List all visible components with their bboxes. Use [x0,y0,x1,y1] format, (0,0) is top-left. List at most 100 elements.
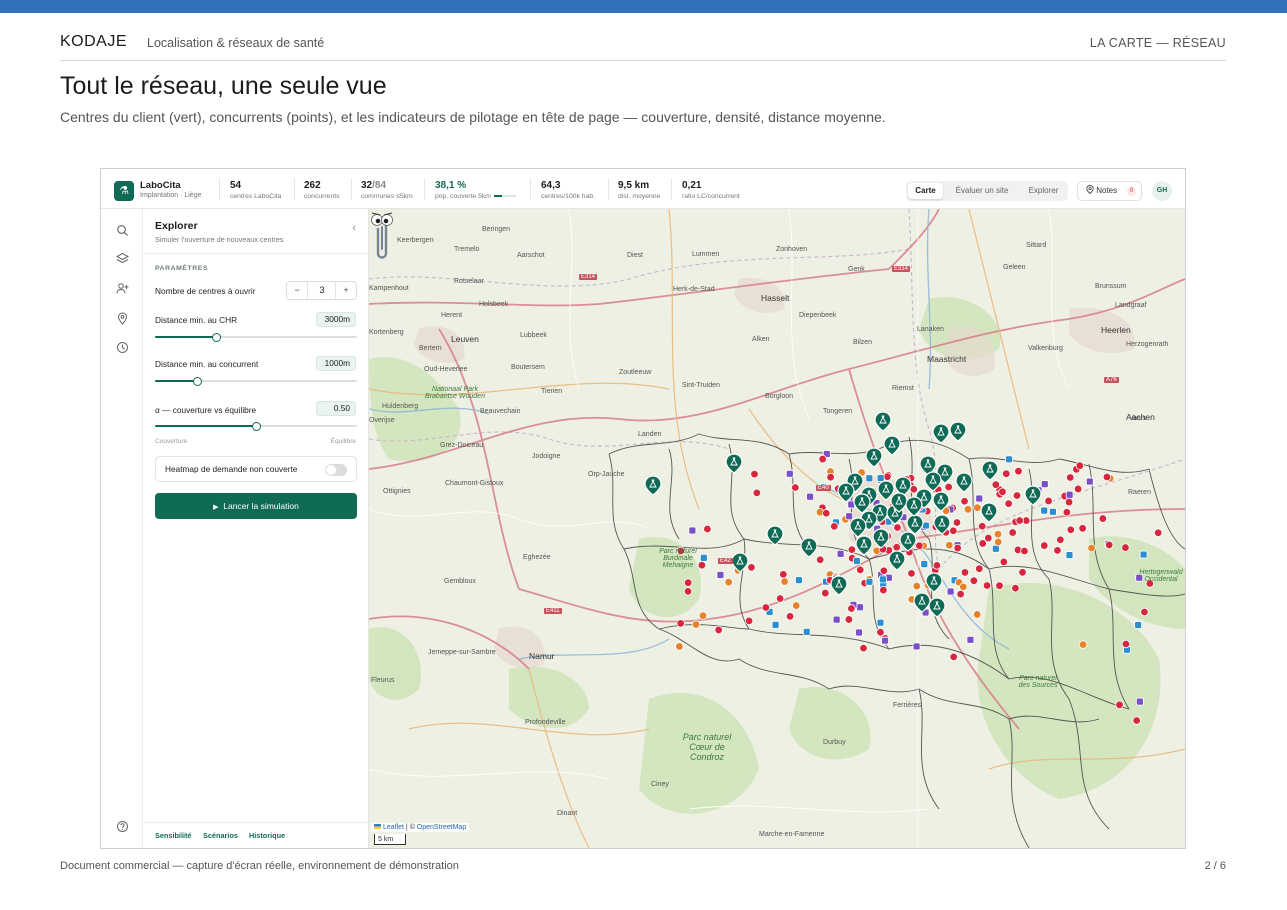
competitor-marker[interactable] [956,589,965,599]
competitor-marker[interactable] [1078,524,1087,533]
competitor-marker[interactable] [750,469,759,479]
competitor-marker[interactable] [883,472,892,481]
competitor-marker[interactable] [876,474,885,482]
competitor-marker[interactable] [688,526,697,535]
competitor-marker[interactable] [945,541,954,550]
competitor-distance-slider[interactable] [155,377,357,386]
competitor-marker[interactable] [1115,700,1124,710]
decrement-button[interactable]: − [287,282,308,299]
competitor-marker[interactable] [973,503,982,512]
competitor-marker[interactable] [832,615,841,624]
tab-carte[interactable]: Carte [908,183,943,199]
competitor-marker[interactable] [865,577,874,586]
competitor-marker[interactable] [993,529,1003,539]
competitor-marker[interactable] [1098,514,1108,523]
slider-handle[interactable] [211,333,221,342]
competitor-marker[interactable] [893,523,902,532]
chevron-left-icon[interactable]: ‹ [352,222,356,234]
paperclip-assistant-icon[interactable] [369,209,395,261]
competitor-marker[interactable] [785,612,795,621]
competitor-marker[interactable] [1008,528,1017,537]
competitor-marker[interactable] [1011,584,1020,593]
competitor-marker[interactable] [912,581,921,591]
competitor-marker[interactable] [818,454,827,464]
competitor-marker[interactable] [952,518,962,527]
competitor-marker[interactable] [1102,472,1112,482]
help-icon[interactable] [116,820,129,833]
competitor-marker[interactable] [1012,491,1022,500]
slider-handle[interactable] [252,422,261,431]
competitor-marker[interactable] [865,474,874,483]
competitor-marker[interactable] [845,512,854,521]
competitor-marker[interactable] [1135,697,1144,706]
competitor-marker[interactable] [975,564,984,573]
competitor-marker[interactable] [1020,546,1029,556]
competitor-marker[interactable] [847,604,856,613]
map-view[interactable]: Hasselt Leuven Maastricht Heerlen Aachen… [369,209,1185,848]
competitor-marker[interactable] [844,615,854,624]
competitor-marker[interactable] [1073,484,1083,494]
competitor-marker[interactable] [949,652,958,662]
competitor-marker[interactable] [683,587,693,596]
competitor-marker[interactable] [1121,543,1130,552]
competitor-marker[interactable] [1002,469,1011,478]
competitor-marker[interactable] [1040,480,1049,489]
competitor-marker[interactable] [995,581,1004,590]
competitor-marker[interactable] [949,526,958,535]
competitor-marker[interactable] [982,581,992,590]
competitor-marker[interactable] [1085,477,1094,486]
competitor-marker[interactable] [714,625,723,635]
alpha-slider[interactable] [155,422,357,431]
competitor-marker[interactable] [830,522,839,531]
competitor-marker[interactable] [676,619,685,628]
competitor-marker[interactable] [1104,540,1114,550]
competitor-marker[interactable] [856,603,864,612]
competitor-marker[interactable] [1004,499,1013,508]
tab-explorer[interactable]: Explorer [1021,183,1066,199]
competitor-marker[interactable] [915,541,924,550]
competitor-marker[interactable] [1153,528,1163,537]
competitor-marker[interactable] [946,587,955,596]
link-sensibilite[interactable]: Sensibilité [155,831,192,840]
chr-distance-slider[interactable] [155,333,357,342]
competitor-marker[interactable] [815,555,825,564]
competitor-marker[interactable] [703,524,712,534]
link-historique[interactable]: Historique [249,831,285,840]
competitor-marker[interactable] [912,642,921,651]
competitor-marker[interactable] [960,497,969,506]
competitor-marker[interactable] [785,469,794,478]
run-simulation-button[interactable]: ▶ Lancer la simulation [155,493,357,519]
competitor-marker[interactable] [932,561,942,570]
competitor-marker[interactable] [881,636,889,645]
tab-evaluer-site[interactable]: Évaluer un site [946,183,1018,199]
competitor-marker[interactable] [975,494,984,503]
competitor-marker[interactable] [920,560,929,569]
slider-handle[interactable] [193,377,203,386]
competitor-marker[interactable] [879,575,887,584]
user-avatar[interactable]: GH [1152,181,1172,201]
centers-value[interactable]: 3 [308,282,336,299]
competitor-marker[interactable] [859,643,868,653]
leaflet-link[interactable]: Leaflet [383,824,404,831]
competitor-marker[interactable] [1066,473,1075,482]
competitor-marker[interactable] [966,635,975,644]
competitor-marker[interactable] [1065,490,1074,499]
flask-logo-icon[interactable]: ⚗ [114,181,134,201]
competitor-marker[interactable] [856,565,865,575]
competitor-marker[interactable] [969,576,979,585]
competitor-marker[interactable] [691,620,701,629]
competitor-marker[interactable] [683,578,693,587]
competitor-marker[interactable] [1134,621,1143,629]
competitor-marker[interactable] [852,557,861,565]
competitor-marker[interactable] [953,543,962,553]
heatmap-toggle[interactable] [325,464,347,476]
competitor-marker[interactable] [1132,716,1141,725]
competitor-marker[interactable] [1040,541,1049,550]
competitor-marker[interactable] [972,610,982,619]
competitor-marker[interactable] [991,544,1000,553]
competitor-marker[interactable] [675,642,684,651]
search-icon[interactable] [116,224,129,237]
competitor-marker[interactable] [963,505,973,514]
competitor-marker[interactable] [1087,543,1096,553]
competitor-marker[interactable] [724,577,733,587]
